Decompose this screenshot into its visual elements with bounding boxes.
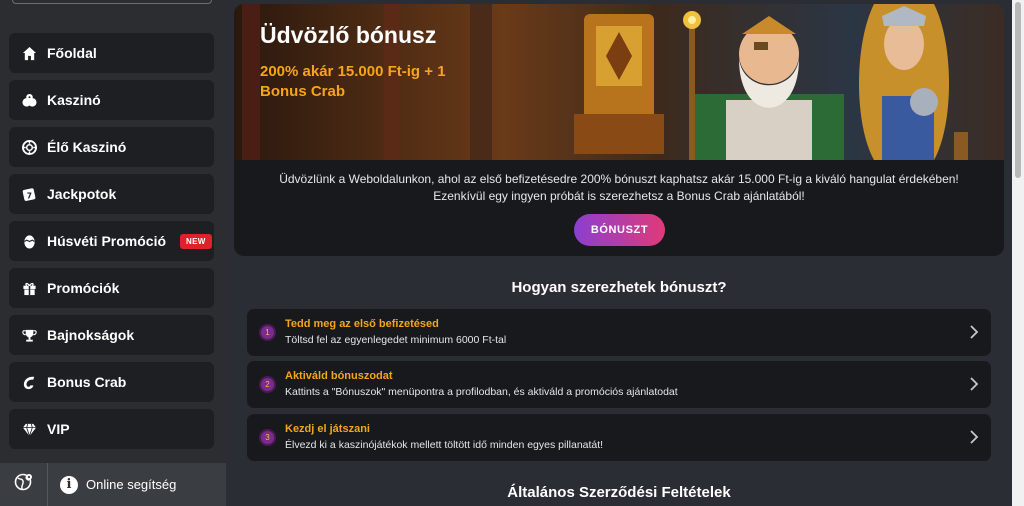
step-3[interactable]: 3 Kezdj el játszani Élvezd ki a kaszinój…	[247, 414, 991, 461]
sidebar-item-label: Kaszinó	[47, 92, 101, 108]
step-title: Aktiváld bónuszodat	[285, 370, 393, 382]
step-number: 3	[259, 429, 276, 446]
welcome-bonus-card: Üdvözlő bónusz 200% akár 15.000 Ft-ig + …	[234, 4, 1004, 256]
sidebar-item-label: Húsvéti Promóció	[47, 233, 167, 249]
sidebar-item-live-casino[interactable]: Élő Kaszinó	[9, 127, 214, 167]
terms-title: Általános Szerződési Feltételek	[507, 484, 731, 501]
scrollbar-thumb[interactable]	[1015, 2, 1021, 178]
egg-icon	[21, 233, 37, 249]
sidebar-item-label: VIP	[47, 421, 70, 437]
sidebar-item-label: Élő Kaszinó	[47, 139, 127, 155]
slot-icon: 7	[21, 186, 37, 202]
home-icon	[21, 45, 37, 61]
claim-bonus-button[interactable]: BÓNUSZT	[574, 214, 665, 246]
chevron-right-icon	[970, 325, 979, 339]
sidebar-item-promotions[interactable]: Promóciók	[9, 268, 214, 308]
sidebar-item-jackpots[interactable]: 7 Jackpotok	[9, 174, 214, 214]
chip-icon	[21, 139, 37, 155]
sidebar-item-vip[interactable]: VIP	[9, 409, 214, 449]
online-help-label: Online segítség	[86, 477, 177, 492]
sidebar-item-label: Promóciók	[47, 280, 120, 296]
sidebar-item-label: Bajnokságok	[47, 327, 135, 343]
crab-claw-icon	[21, 374, 37, 390]
step-number: 1	[259, 324, 276, 341]
sidebar-item-tournaments[interactable]: Bajnokságok	[9, 315, 214, 355]
step-number: 2	[259, 376, 276, 393]
scrollbar[interactable]	[1012, 0, 1024, 506]
main-content: Üdvözlő bónusz 200% akár 15.000 Ft-ig + …	[226, 0, 1012, 506]
step-text: Kattints a "Bónuszok" menüpontra a profi…	[285, 386, 678, 398]
step-title: Tedd meg az első befizetésed	[285, 318, 439, 330]
sidebar-footer: i Online segítség	[0, 463, 226, 506]
step-title: Kezdj el játszani	[285, 423, 370, 435]
bonus-description: Üdvözlünk a Weboldalunkon, ahol az első …	[234, 171, 1004, 205]
sidebar-item-casino[interactable]: Kaszinó	[9, 80, 214, 120]
dice-icon	[21, 92, 37, 108]
search-input[interactable]	[12, 0, 212, 4]
online-help-button[interactable]: i Online segítség	[48, 463, 226, 506]
sidebar-item-label: Bonus Crab	[47, 374, 127, 390]
chevron-right-icon	[970, 430, 979, 444]
bonus-description-line2: Ezenkívül egy ingyen próbát is szerezhet…	[433, 189, 805, 203]
gift-icon	[21, 280, 37, 296]
globe-icon	[14, 472, 34, 497]
sidebar-item-easter-promo[interactable]: Húsvéti Promóció NEW	[9, 221, 214, 261]
info-icon: i	[60, 475, 78, 494]
diamond-icon	[21, 421, 37, 437]
chevron-right-icon	[970, 377, 979, 391]
trophy-icon	[21, 327, 37, 343]
bonus-description-line1: Üdvözlünk a Weboldalunkon, ahol az első …	[279, 172, 959, 186]
app: Főoldal Kaszinó Élő Kaszinó 7 Jackpotok …	[0, 0, 1024, 506]
step-text: Töltsd fel az egyenlegedet minimum 6000 …	[285, 334, 507, 346]
sidebar-item-label: Főoldal	[47, 45, 97, 61]
bonus-title: Üdvözlő bónusz	[260, 22, 437, 48]
bonus-subtitle: 200% akár 15.000 Ft-ig + 1 Bonus Crab	[260, 63, 446, 100]
sidebar-item-bonus-crab[interactable]: Bonus Crab	[9, 362, 214, 402]
hero-banner: Üdvözlő bónusz 200% akár 15.000 Ft-ig + …	[234, 4, 1004, 160]
sidebar-item-label: Jackpotok	[47, 186, 117, 202]
how-to-title: Hogyan szerezhetek bónuszt?	[511, 279, 727, 296]
step-text: Élvezd ki a kaszinójátékok mellett töltö…	[285, 439, 604, 451]
sidebar-item-home[interactable]: Főoldal	[9, 33, 214, 73]
svg-text:7: 7	[26, 191, 31, 200]
new-badge: NEW	[180, 233, 212, 249]
sidebar: Főoldal Kaszinó Élő Kaszinó 7 Jackpotok …	[0, 0, 226, 506]
step-2[interactable]: 2 Aktiváld bónuszodat Kattints a "Bónusz…	[247, 361, 991, 408]
language-button[interactable]	[0, 463, 48, 506]
step-1[interactable]: 1 Tedd meg az első befizetésed Töltsd fe…	[247, 309, 991, 356]
